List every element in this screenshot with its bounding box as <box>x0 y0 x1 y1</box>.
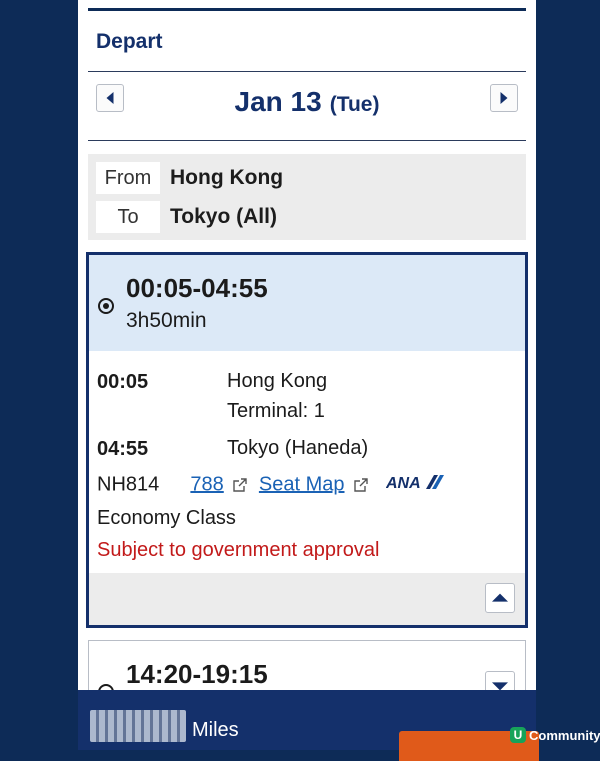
flight-selection-panel: Depart Jan 13 (Tue) From Hong Kong To Tok… <box>78 0 536 750</box>
seat-map-link[interactable]: Seat Map <box>259 473 345 495</box>
flight-duration: 3h50min <box>126 309 207 332</box>
divider <box>88 71 526 72</box>
community-logo-icon: U <box>510 727 526 743</box>
aircraft-type-link[interactable]: 788 <box>190 473 223 495</box>
top-divider <box>88 8 526 11</box>
approval-notice: Subject to government approval <box>97 539 380 561</box>
cabin-class: Economy Class <box>97 507 236 529</box>
flight-time-range: 00:05-04:55 <box>126 273 268 303</box>
to-label: To <box>96 201 160 233</box>
svg-text:ANA: ANA <box>386 475 421 491</box>
destination-city: Tokyo (All) <box>170 205 277 228</box>
collapse-details-button[interactable] <box>485 583 515 613</box>
external-link-icon <box>233 478 248 492</box>
community-label: Community <box>529 727 600 743</box>
route-summary: From Hong Kong To Tokyo (All) <box>88 154 526 240</box>
from-label: From <box>96 162 160 194</box>
departure-terminal: Terminal: 1 <box>227 400 325 422</box>
selected-date: Jan 13 (Tue) <box>78 86 536 118</box>
origin-city: Hong Kong <box>170 166 284 189</box>
flight-option-footer <box>89 573 525 625</box>
section-title: Depart <box>96 30 163 53</box>
date-selector: Jan 13 (Tue) <box>78 82 536 122</box>
next-date-button[interactable] <box>490 84 518 112</box>
departure-airport: Hong Kong <box>227 370 328 392</box>
flight-time-range: 14:20-19:15 <box>126 659 268 689</box>
community-watermark: U Community <box>510 726 600 744</box>
miles-label: Miles <box>192 719 239 741</box>
selected-radio-icon[interactable] <box>98 298 114 314</box>
obscured-miles-value <box>90 710 186 742</box>
arrival-airport: Tokyo (Haneda) <box>227 437 369 459</box>
departure-time: 00:05 <box>97 371 149 393</box>
ana-logo: ANA <box>385 473 446 497</box>
departure-place: Hong Kong Terminal: 1 <box>227 366 327 426</box>
flight-info-row: NH814 788 Seat Map ANA <box>97 473 446 497</box>
chevron-up-icon <box>492 593 508 602</box>
external-link-icon <box>354 478 368 492</box>
chevron-right-icon <box>500 92 508 104</box>
flight-option-selected[interactable]: 00:05-04:55 3h50min 00:05 Hong Kong Term… <box>86 252 528 628</box>
arrival-time: 04:55 <box>97 438 149 460</box>
flight-option-header[interactable]: 00:05-04:55 3h50min <box>89 255 525 351</box>
flight-number: NH814 <box>97 473 160 496</box>
date-label: Jan 13 <box>234 86 322 117</box>
day-of-week-label: (Tue) <box>329 93 380 116</box>
divider <box>88 140 526 141</box>
